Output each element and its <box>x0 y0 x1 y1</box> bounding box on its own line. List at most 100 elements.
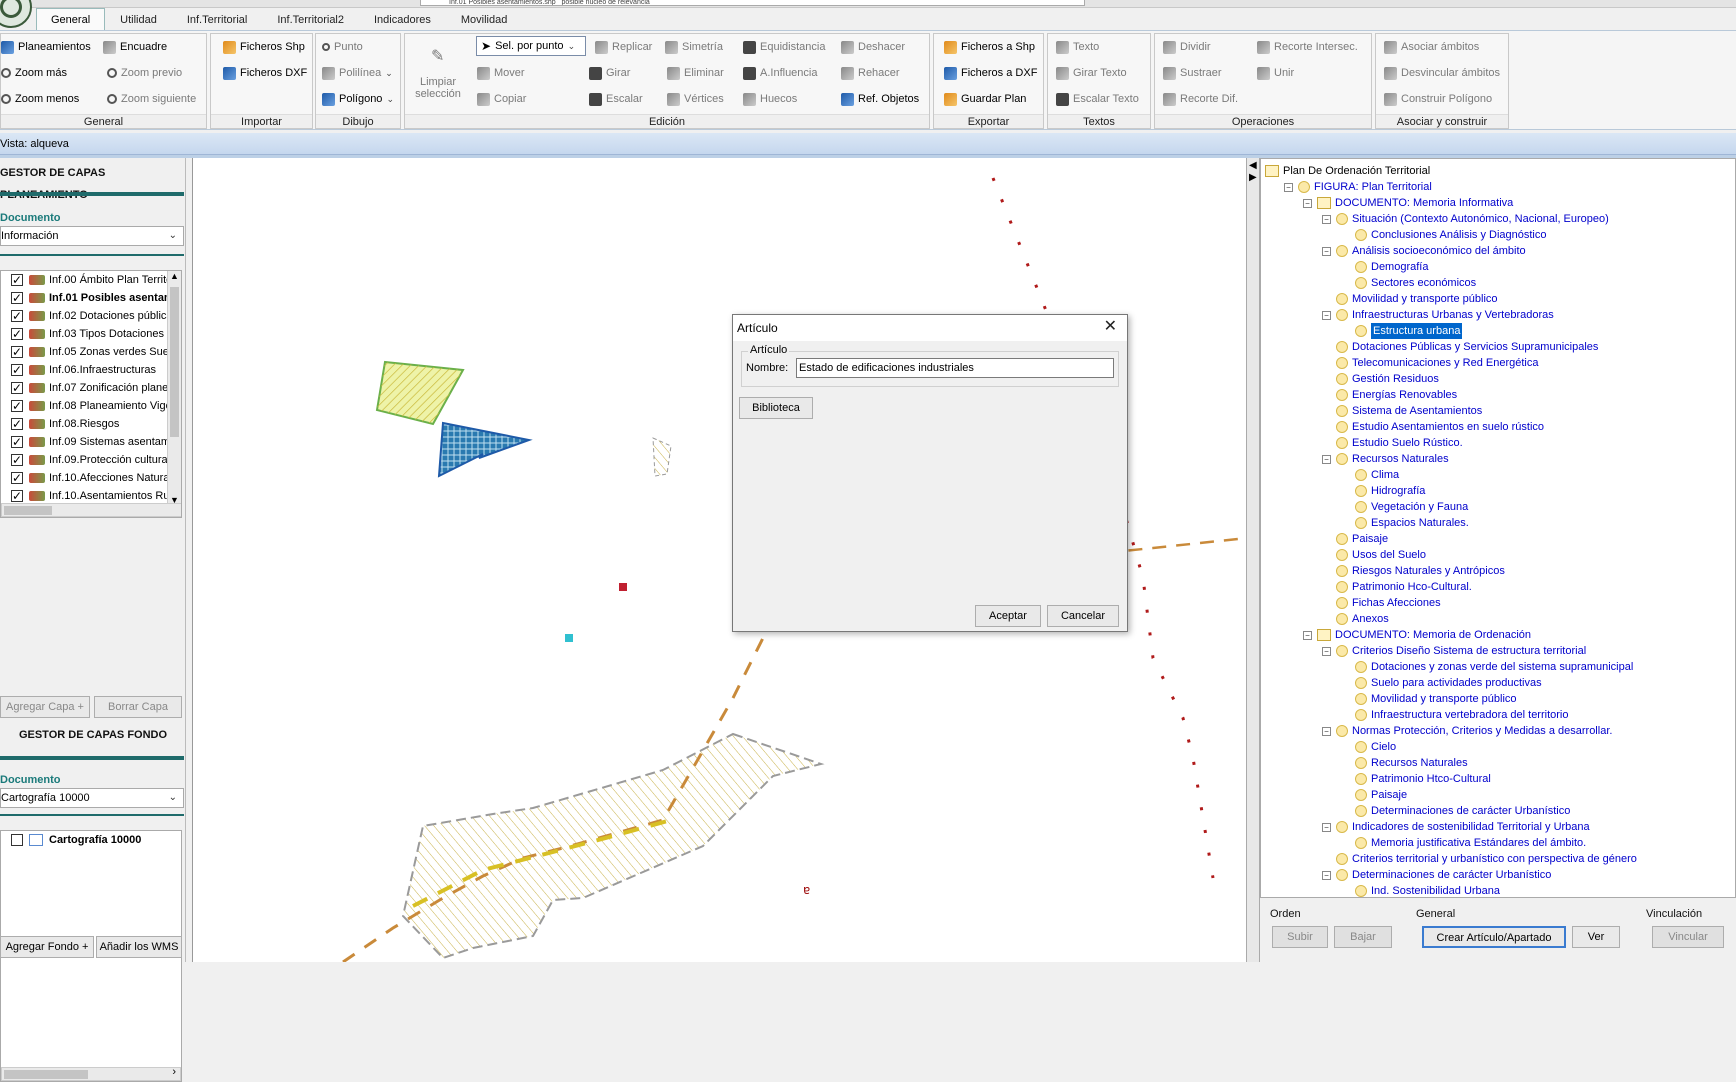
sustraer-button[interactable]: Sustraer <box>1163 64 1222 82</box>
scroll-up-icon[interactable]: ▲ <box>170 271 179 281</box>
close-icon[interactable]: ✕ <box>1104 318 1117 336</box>
tree-node[interactable]: Sectores económicos <box>1341 275 1476 291</box>
punto-button[interactable]: Punto <box>322 38 363 56</box>
collapse-toggle-icon[interactable]: − <box>1322 246 1331 256</box>
recorte-intersec-button[interactable]: Recorte Intersec. <box>1257 38 1358 56</box>
layer-checkbox[interactable] <box>11 469 23 487</box>
layer-row[interactable]: Inf.08 Planeamiento Vigente <box>1 397 181 415</box>
mover-button[interactable]: Mover <box>477 64 525 82</box>
tree-node[interactable]: − Análisis socioeconómico del ámbito <box>1322 243 1526 259</box>
collapse-toggle-icon[interactable]: − <box>1322 870 1331 880</box>
document-tab[interactable]: Inf.01 Posibles asentamientos.shp_ posib… <box>420 0 1085 6</box>
agregar-capa-button[interactable]: Agregar Capa + <box>0 696 90 718</box>
limpiar-seleccion-button[interactable]: Limpiar selección <box>413 76 463 106</box>
tree-node[interactable]: Vegetación y Fauna <box>1341 499 1468 515</box>
tab-inf-territorial2[interactable]: Inf.Territorial2 <box>262 8 359 30</box>
layer-row[interactable]: Inf.09 Sistemas asentamientos <box>1 433 181 451</box>
collapse-toggle-icon[interactable]: − <box>1303 630 1312 640</box>
a-influencia-button[interactable]: A.Influencia <box>743 64 817 82</box>
tree-node[interactable]: − Situación (Contexto Autonómico, Naciona… <box>1322 211 1609 227</box>
layer-row[interactable]: Inf.10.Afecciones Naturales <box>1 469 181 487</box>
tree-node[interactable]: − Infraestructuras Urbanas y Vertebradora… <box>1322 307 1554 323</box>
collapse-toggle-icon[interactable]: − <box>1322 454 1331 464</box>
tree-node[interactable]: Gestión Residuos <box>1322 371 1439 387</box>
tree-node[interactable]: − Normas Protección, Criterios y Medidas … <box>1322 723 1612 739</box>
layer-row[interactable]: Inf.08.Riesgos <box>1 415 119 433</box>
tree-node[interactable]: Cielo <box>1341 739 1396 755</box>
zoom-previo-button[interactable]: Zoom previo <box>107 64 182 82</box>
subir-button[interactable]: Subir <box>1272 926 1328 948</box>
cancelar-button[interactable]: Cancelar <box>1047 605 1119 627</box>
tree-node[interactable]: Criterios territorial y urbanístico con … <box>1322 851 1637 867</box>
collapse-toggle-icon[interactable]: − <box>1322 310 1331 320</box>
bajar-button[interactable]: Bajar <box>1334 926 1392 948</box>
panel-splitter[interactable]: ◀ ▶ <box>1246 158 1260 962</box>
tree-node[interactable]: Fichas Afecciones <box>1322 595 1441 611</box>
eliminar-button[interactable]: Eliminar <box>667 64 724 82</box>
layer-checkbox[interactable] <box>11 379 23 397</box>
layer-row[interactable]: Inf.02 Dotaciones públicas <box>1 307 178 325</box>
layer-row[interactable]: Inf.06.Infraestructuras <box>1 361 156 379</box>
tree-node[interactable]: Suelo para actividades productivas <box>1341 675 1542 691</box>
hscroll-thumb[interactable] <box>4 1070 88 1079</box>
tree-node[interactable]: Movilidad y transporte público <box>1341 691 1517 707</box>
asociar-ambitos-button[interactable]: Asociar ámbitos <box>1384 38 1479 56</box>
tree-node[interactable]: Riesgos Naturales y Antrópicos <box>1322 563 1505 579</box>
collapse-right-icon[interactable]: ▶ <box>1249 172 1257 183</box>
layer-checkbox[interactable] <box>11 451 23 469</box>
tree-node[interactable]: Dotaciones y zonas verde del sistema sup… <box>1341 659 1633 675</box>
polilinea-button[interactable]: Polilínea ⌄ <box>322 64 393 82</box>
tree-node[interactable]: Demografía <box>1341 259 1428 275</box>
tab-utilidad[interactable]: Utilidad <box>105 8 172 30</box>
encuadre-button[interactable]: Encuadre <box>103 38 167 56</box>
tab-movilidad[interactable]: Movilidad <box>446 8 522 30</box>
scroll-thumb[interactable] <box>170 287 179 437</box>
tree-node[interactable]: − Determinaciones de carácter Urbanístico <box>1322 867 1551 883</box>
polygon-feature-blue[interactable] <box>437 421 533 478</box>
tree-node[interactable]: Paisaje <box>1322 531 1388 547</box>
layer-checkbox[interactable] <box>11 343 23 361</box>
guardar-plan-button[interactable]: Guardar Plan <box>944 90 1026 108</box>
tree-node[interactable]: Sistema de Asentamientos <box>1322 403 1482 419</box>
layer-row[interactable]: Inf.03 Tipos Dotaciones <box>1 325 164 343</box>
layer-checkbox[interactable] <box>11 433 23 451</box>
tree-node[interactable]: Movilidad y transporte público <box>1322 291 1498 307</box>
tree-node[interactable]: Patrimonio Htco-Cultural <box>1341 771 1491 787</box>
biblioteca-button[interactable]: Biblioteca <box>739 397 813 419</box>
simetria-button[interactable]: Simetría <box>665 38 723 56</box>
tree-node[interactable]: Anexos <box>1322 611 1389 627</box>
tree-node[interactable]: − DOCUMENTO: Memoria de Ordenación <box>1303 627 1531 643</box>
collapse-toggle-icon[interactable]: − <box>1322 214 1331 224</box>
copiar-button[interactable]: Copiar <box>477 90 526 108</box>
aceptar-button[interactable]: Aceptar <box>975 605 1041 627</box>
tree-node[interactable]: Estructura urbana <box>1341 323 1463 339</box>
tree-node[interactable]: − Recursos Naturales <box>1322 451 1449 467</box>
tree-node[interactable]: Infraestructura vertebradora del territo… <box>1341 707 1568 723</box>
layer-row[interactable]: Inf.00 Ámbito Plan Territorial <box>1 271 181 289</box>
ficheros-a-dxf-button[interactable]: Ficheros a DXF <box>944 64 1037 82</box>
tree-node[interactable]: Recursos Naturales <box>1341 755 1468 771</box>
texto-button[interactable]: Texto <box>1056 38 1099 56</box>
large-hatched-area[interactable] <box>401 732 825 960</box>
tree-node[interactable]: Estudio Asentamientos en suelo rústico <box>1322 419 1544 435</box>
layer-list-hscrollbar[interactable] <box>1 503 181 517</box>
tree-node[interactable]: Estudio Suelo Rústico. <box>1322 435 1463 451</box>
point-marker-red[interactable] <box>619 583 627 591</box>
anadir-wms-button[interactable]: Añadir los WMS <box>96 936 182 958</box>
huecos-button[interactable]: Huecos <box>743 90 797 108</box>
fondo-layer-row[interactable]: Cartografía 10000 <box>1 831 141 849</box>
crear-articulo-button[interactable]: Crear Artículo/Apartado <box>1422 926 1566 948</box>
construir-poligono-button[interactable]: Construir Polígono <box>1384 90 1492 108</box>
fondo-layer-checkbox[interactable] <box>11 834 23 846</box>
tab-general[interactable]: General <box>36 8 106 30</box>
poligono-button[interactable]: Polígono ⌄ <box>322 90 394 108</box>
ficheros-a-shp-button[interactable]: Ficheros a Shp <box>944 38 1035 56</box>
sel-por-punto-dropdown[interactable]: ➤ Sel. por punto ⌄ <box>476 36 586 56</box>
fondo-hscrollbar[interactable]: › <box>1 1066 181 1081</box>
collapse-toggle-icon[interactable]: − <box>1322 726 1331 736</box>
escalar-button[interactable]: Escalar <box>589 90 643 108</box>
tree-node[interactable]: Hidrografía <box>1341 483 1425 499</box>
layer-checkbox[interactable] <box>11 289 23 307</box>
deshacer-button[interactable]: Deshacer <box>841 38 905 56</box>
rehacer-button[interactable]: Rehacer <box>841 64 900 82</box>
